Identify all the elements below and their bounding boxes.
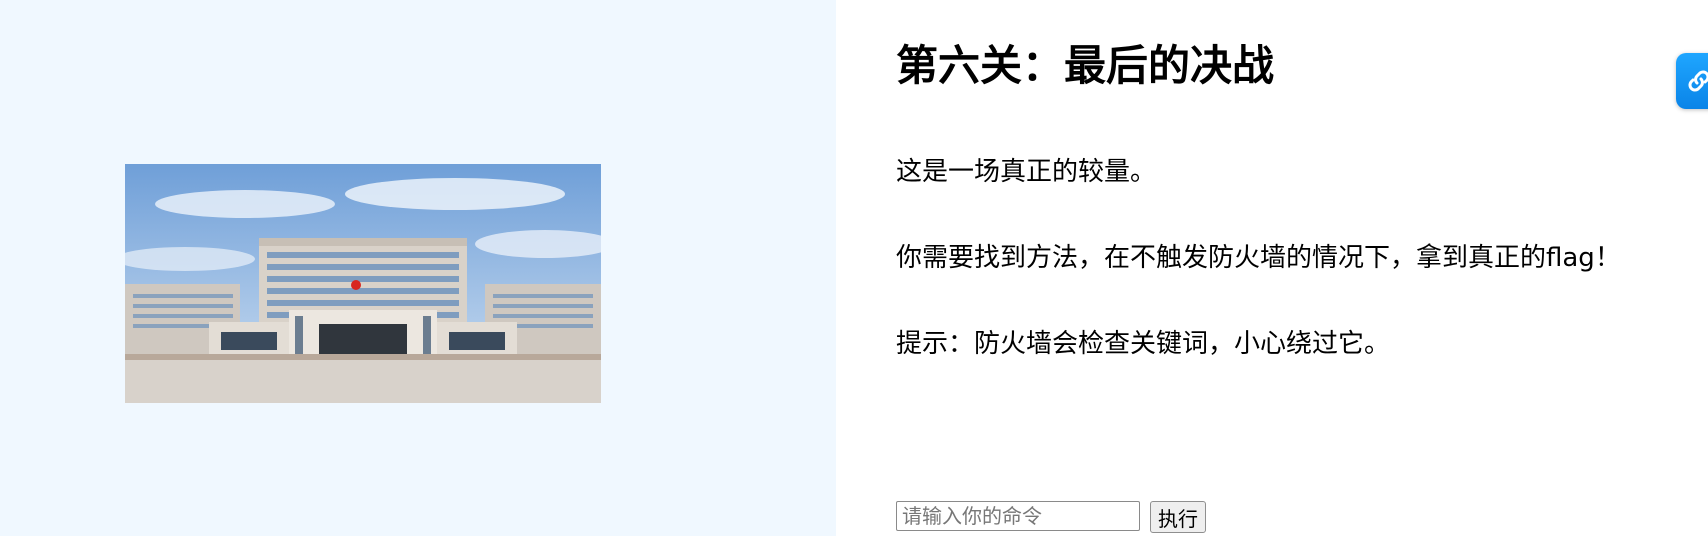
left-panel (0, 0, 836, 536)
execute-button[interactable]: 执行 (1150, 501, 1206, 533)
building-photo (125, 164, 601, 403)
task-text: 你需要找到方法，在不触发防火墙的情况下，拿到真正的flag！ (896, 243, 1621, 273)
floating-link-widget[interactable] (1676, 53, 1708, 109)
page-title: 第六关：最后的决战 (896, 41, 1275, 90)
right-panel: 第六关：最后的决战 这是一场真正的较量。 你需要找到方法，在不触发防火墙的情况下… (836, 0, 1708, 536)
hint-text: 提示：防火墙会检查关键词，小心绕过它。 (896, 329, 1391, 359)
link-icon (1688, 70, 1708, 92)
command-input[interactable] (896, 501, 1140, 531)
intro-text: 这是一场真正的较量。 (896, 157, 1157, 187)
